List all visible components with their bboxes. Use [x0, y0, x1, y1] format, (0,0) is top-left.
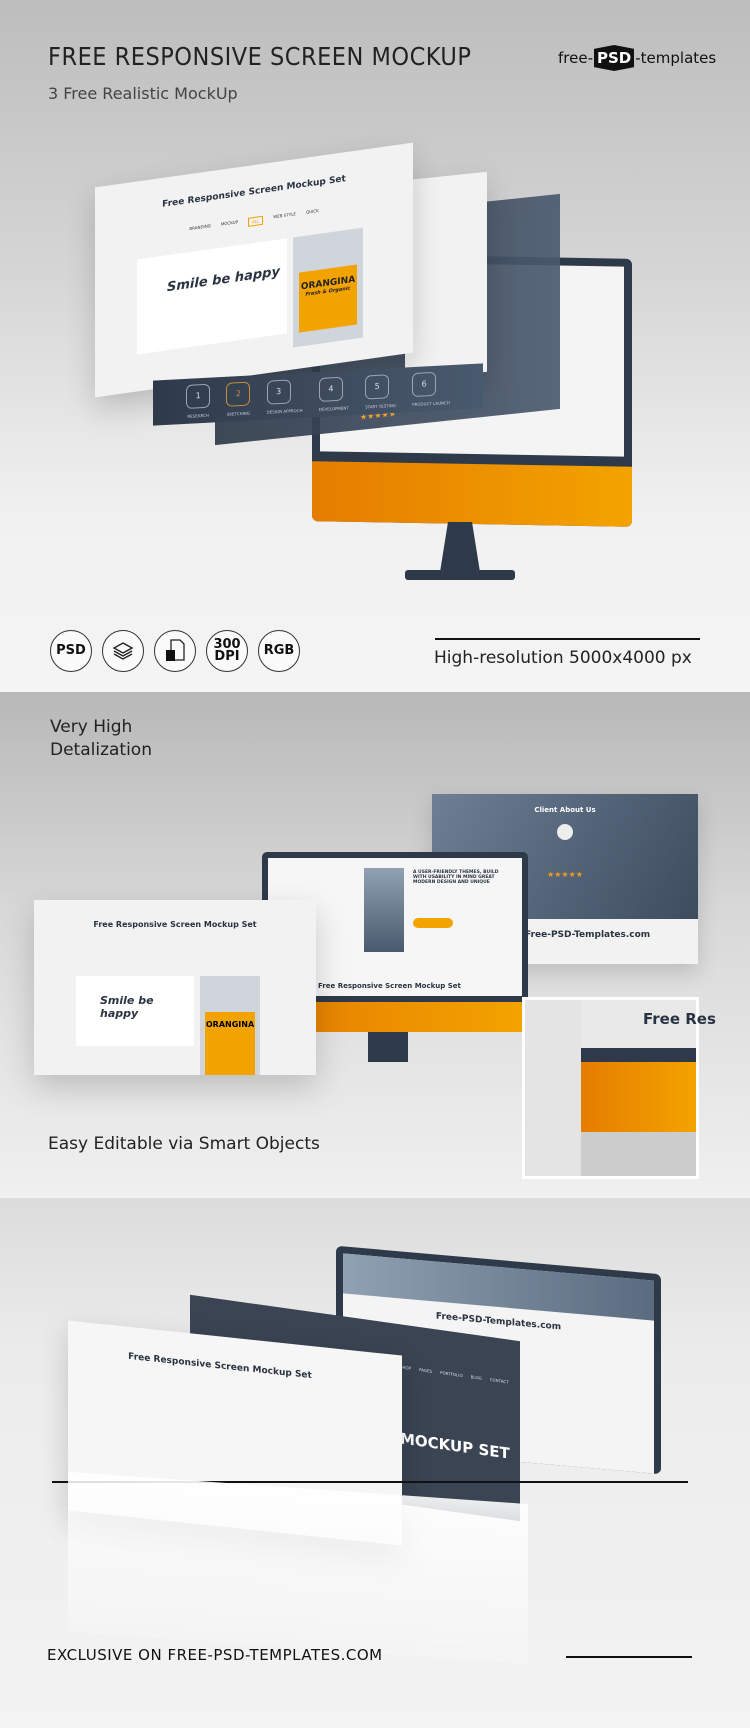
detail-section: Very High Detalization Client About Us ★… — [0, 692, 750, 1198]
logo-mark: PSD — [594, 45, 635, 71]
banner-text: MOCKUP SET — [400, 1429, 510, 1463]
screen-title: Free Responsive Screen Mockup Set — [162, 174, 346, 210]
closeup-panel: Free Res — [522, 997, 716, 1179]
step-1: 1 RESEARCH — [186, 383, 211, 418]
brand-logo[interactable]: free- PSD -templates — [558, 45, 716, 71]
perspective-section: Free-PSD-Templates.com SHOP PAGES PORTFOLI… — [0, 1198, 750, 1728]
logo-right: -templates — [635, 49, 717, 67]
top-menu: SHOP PAGES PORTFOLIO BLOG CONTACT — [400, 1364, 520, 1386]
read-more-button[interactable] — [413, 918, 453, 928]
mug-image-2: Smile be happy — [76, 976, 194, 1046]
smart-object-icon — [154, 630, 196, 672]
divider-line — [435, 638, 700, 640]
page-subtitle: 3 Free Realistic MockUp — [48, 84, 238, 103]
screen-panel-2: Free Responsive Screen Mockup Set Smile … — [34, 900, 316, 1075]
resolution-label: High-resolution 5000x4000 px — [434, 648, 692, 668]
menu-item[interactable]: PAGES — [419, 1367, 432, 1374]
footer-text: EXCLUSIVE ON FREE-PSD-TEMPLATES.COM — [47, 1646, 383, 1664]
cup-image: ORANGINA Fresh & Organic — [293, 227, 363, 348]
feature-icons: PSD 300 DPI RGB — [50, 630, 300, 672]
menu-item[interactable]: CONTACT — [490, 1377, 509, 1385]
rgb-icon: RGB — [258, 630, 300, 672]
step-5: 5 START TESTING — [365, 373, 396, 409]
layers-icon — [102, 630, 144, 672]
menu-item[interactable]: BLOG — [471, 1374, 482, 1381]
photo-column — [364, 868, 404, 952]
screen-title-2: Free Responsive Screen Mockup Set — [318, 982, 461, 990]
client-title: Client About Us — [534, 806, 596, 814]
nav-item[interactable]: WEB STYLE — [273, 211, 296, 223]
closeup-title: Free Res — [643, 1010, 716, 1028]
logo-left: free- — [558, 49, 593, 67]
nav-item[interactable]: MOCKUP — [221, 219, 238, 230]
cup-image-2: ORANGINA — [200, 976, 260, 1075]
screen-panel-front: Free Responsive Screen Mockup Set BRANDI… — [95, 142, 413, 398]
monitor-chin — [312, 461, 632, 527]
panel-reflection — [68, 1471, 528, 1665]
nav-item[interactable]: QUICK — [306, 208, 319, 219]
dpi-icon: 300 DPI — [206, 630, 248, 672]
nav-item[interactable]: BRANDING — [189, 223, 210, 235]
hero-section: FREE RESPONSIVE SCREEN MOCKUP 3 Free Rea… — [0, 0, 750, 692]
step-3: 3 DESIGN APPROCH — [266, 378, 303, 414]
monitor-2-stand — [368, 1032, 408, 1062]
psd-icon: PSD — [50, 630, 92, 672]
mug-image: Smile be happy — [137, 238, 287, 355]
side-panel — [405, 171, 487, 381]
detail-heading: Very High Detalization — [50, 717, 152, 760]
avatar — [557, 824, 573, 840]
screen-title-3: Free Responsive Screen Mockup Set — [128, 1351, 312, 1382]
theme-headline: A USER-FRIENDLY THEMES, BUILD WITH USABI… — [413, 870, 499, 885]
smart-objects-label: Easy Editable via Smart Objects — [48, 1134, 320, 1154]
step-6: 6 PRODUCT LAUNCH — [412, 371, 450, 407]
step-2: 2 SKETCHING — [226, 381, 251, 416]
site-name: Free-PSD-Templates.com — [525, 930, 651, 940]
page-title: FREE RESPONSIVE SCREEN MOCKUP — [48, 42, 472, 71]
footer-line — [566, 1656, 692, 1658]
step-4: 4 DEVELOPMENT — [318, 376, 349, 411]
monitor-base — [405, 570, 515, 580]
nav-item-active[interactable]: ALL — [248, 215, 264, 227]
menu-item[interactable]: PORTFOLIO — [440, 1370, 463, 1378]
monitor-stand — [440, 522, 480, 572]
